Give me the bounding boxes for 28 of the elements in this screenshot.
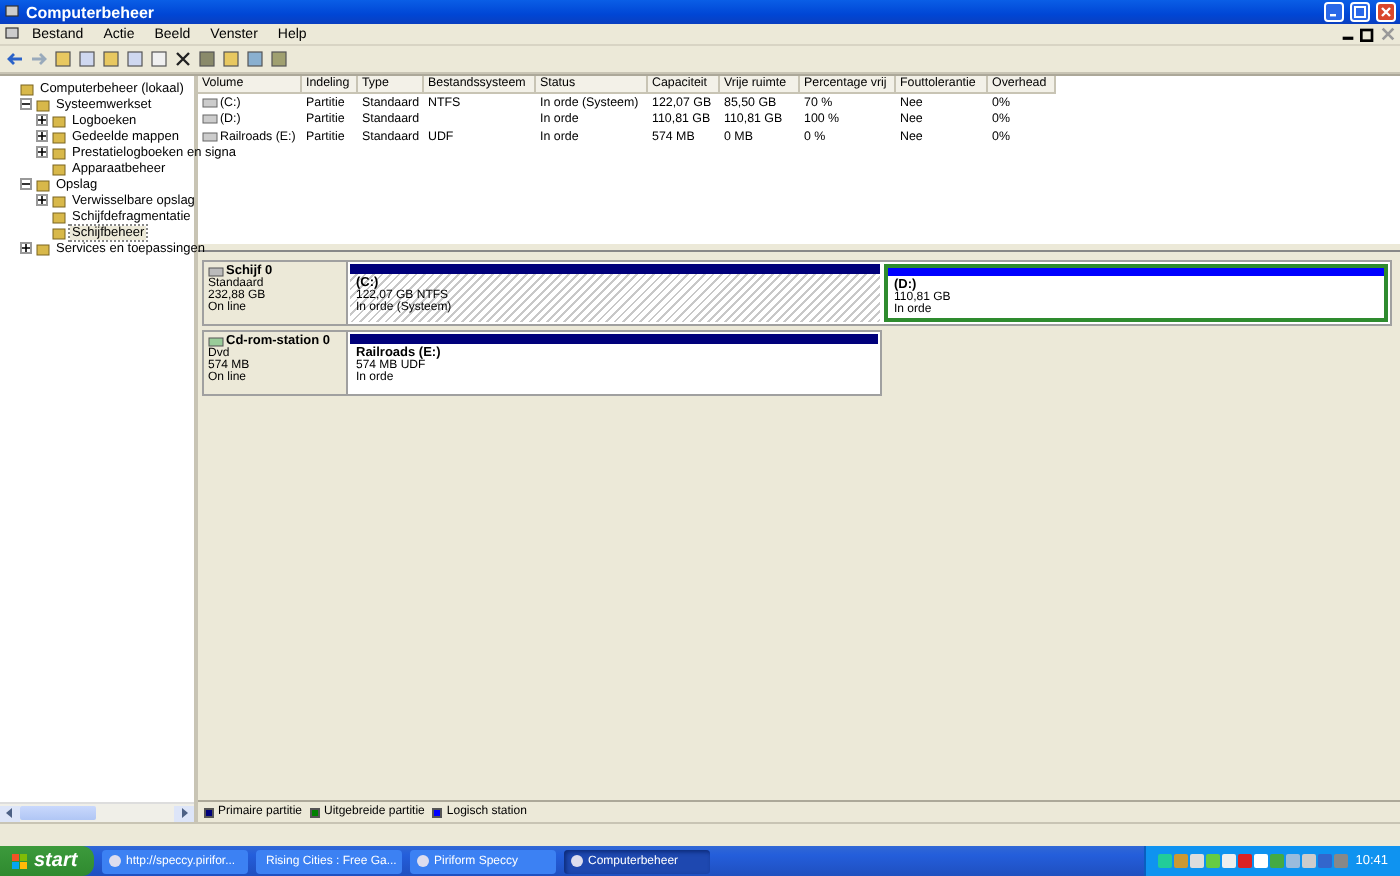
app-icon [416, 854, 430, 868]
start-button[interactable]: start [0, 846, 94, 876]
maximize-icon [1354, 6, 1366, 18]
close-icon [1380, 6, 1392, 18]
back-arrow-icon[interactable] [6, 50, 24, 68]
scroll-left-button[interactable] [0, 805, 20, 821]
windows-flag-icon [12, 853, 28, 869]
expander-icon[interactable] [20, 178, 32, 190]
cd-drive-icon [208, 335, 224, 347]
delete-icon[interactable] [174, 50, 192, 68]
app-icon [570, 854, 584, 868]
scroll-right-button[interactable] [174, 805, 194, 821]
expander-icon[interactable] [36, 114, 48, 126]
left-arrow-icon [6, 808, 14, 818]
expander-icon[interactable] [36, 146, 48, 158]
window-title: Computerbeheer [26, 3, 157, 21]
expander-icon[interactable] [36, 194, 48, 206]
close-button[interactable] [1376, 2, 1396, 22]
minimize-button[interactable] [1324, 2, 1344, 22]
app-icon [108, 854, 122, 868]
expander-icon[interactable] [20, 242, 32, 254]
scrollbar-thumb[interactable] [20, 806, 96, 820]
expander-icon[interactable] [20, 98, 32, 110]
maximize-button[interactable] [1350, 2, 1370, 22]
tray-icons-drawing[interactable] [1157, 853, 1348, 869]
restore-icon[interactable] [1360, 26, 1376, 42]
right-arrow-icon [180, 808, 188, 818]
expander-icon[interactable] [36, 130, 48, 142]
